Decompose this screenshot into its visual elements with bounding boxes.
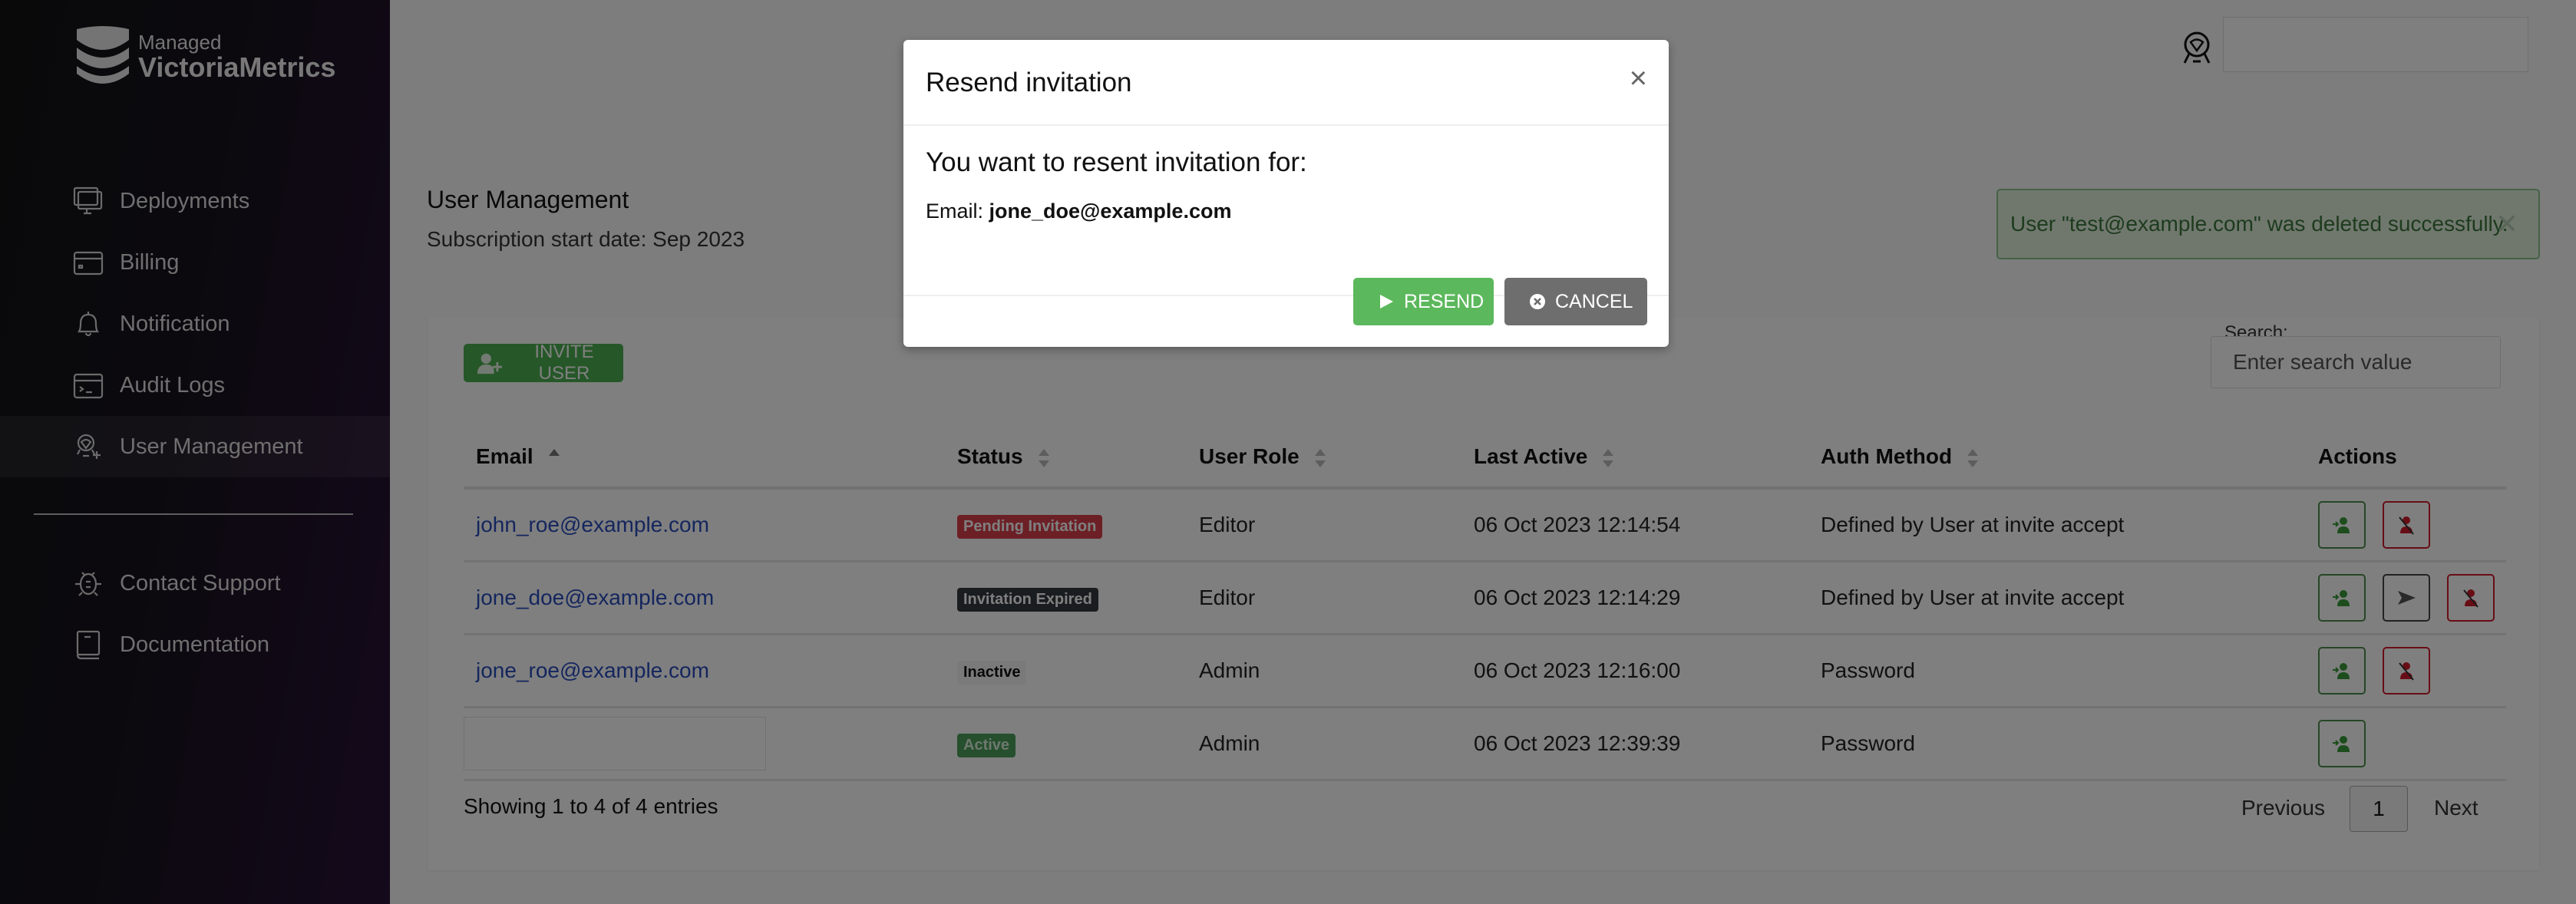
modal-question: You want to resent invitation for: [926, 147, 1307, 177]
play-icon [1380, 295, 1393, 308]
resend-invitation-modal: Resend invitation × You want to resent i… [903, 40, 1669, 347]
resend-button[interactable]: RESEND [1353, 278, 1494, 325]
cancel-label: CANCEL [1555, 290, 1633, 312]
modal-body: You want to resent invitation for: Email… [903, 126, 1669, 296]
cancel-button[interactable]: CANCEL [1504, 278, 1647, 325]
close-icon[interactable]: × [1630, 63, 1647, 94]
modal-title: Resend invitation [926, 68, 1132, 97]
modal-email-label: Email: [926, 200, 984, 223]
modal-header: Resend invitation × [903, 40, 1669, 126]
modal-email-line: Email: jone_doe@example.com [926, 200, 1231, 223]
resend-label: RESEND [1404, 290, 1485, 312]
modal-email-value: jone_doe@example.com [989, 200, 1232, 223]
times-circle-icon [1530, 294, 1545, 309]
